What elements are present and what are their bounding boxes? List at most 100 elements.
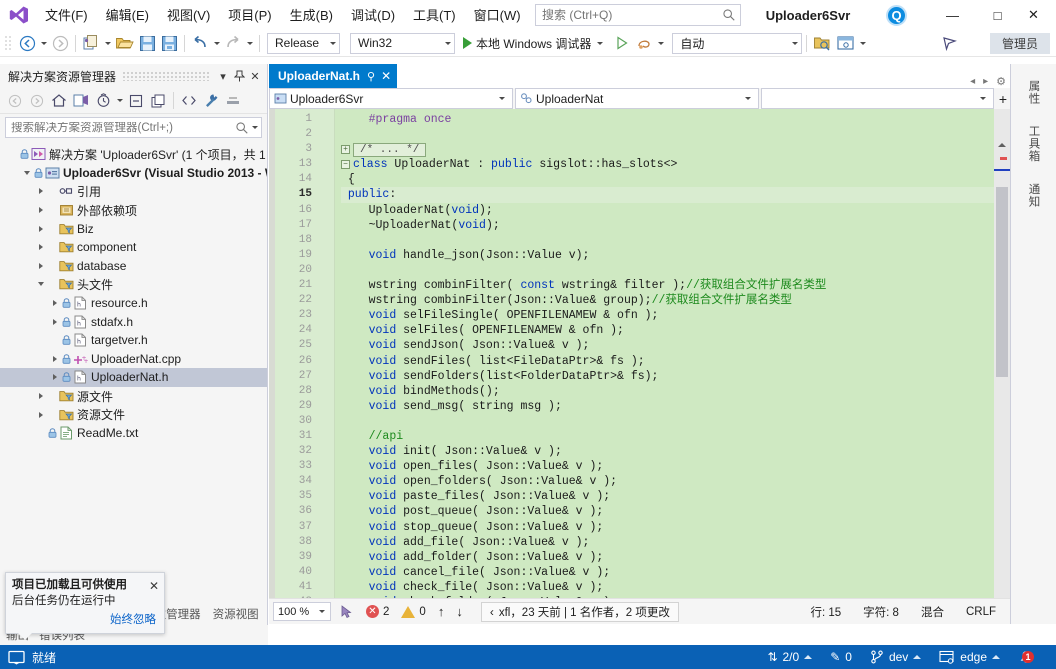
pending-changes-dropdown[interactable]: [114, 90, 125, 112]
menu-project[interactable]: 项目(P): [219, 3, 280, 28]
code-line[interactable]: void open_files( Json::Value& v );: [341, 459, 1010, 474]
code-line[interactable]: [341, 233, 1010, 248]
menu-debug[interactable]: 调试(D): [342, 3, 404, 28]
error-count[interactable]: ✕ 2: [366, 605, 389, 618]
pending-changes-status[interactable]: ✎ 0: [830, 650, 852, 664]
insert-mode[interactable]: 混合: [921, 604, 944, 620]
code-line[interactable]: void paste_files( Json::Value& v );: [341, 489, 1010, 504]
warning-count[interactable]: 0: [401, 606, 425, 618]
collapse-fold-icon[interactable]: −: [341, 160, 350, 169]
code-line[interactable]: void post_queue( Json::Value& v );: [341, 504, 1010, 519]
tree-node[interactable]: Uploader6Svr (Visual Studio 2013 - Wi: [0, 164, 267, 183]
code-line[interactable]: #pragma once: [341, 112, 1010, 127]
code-line[interactable]: [341, 127, 1010, 142]
back-icon[interactable]: [4, 90, 26, 112]
new-project-icon[interactable]: [80, 32, 102, 54]
open-file-icon[interactable]: [113, 32, 136, 54]
code-view-icon[interactable]: [178, 90, 200, 112]
start-debugging-button[interactable]: 本地 Windows 调试器: [459, 32, 607, 54]
chevron-down-icon[interactable]: [20, 171, 33, 175]
editor-scroll-right-icon[interactable]: ▸: [983, 76, 988, 87]
previous-issue-button[interactable]: ↑: [438, 604, 445, 619]
tree-node[interactable]: hresource.h: [0, 294, 267, 313]
glyph-margin[interactable]: [319, 109, 335, 598]
close-icon[interactable]: ✕: [381, 69, 391, 83]
editor-vertical-scrollbar[interactable]: [994, 109, 1010, 598]
code-line[interactable]: {: [341, 172, 1010, 187]
git-branch-status[interactable]: dev: [870, 650, 921, 664]
code-line[interactable]: void send_msg( string msg );: [341, 399, 1010, 414]
tree-node[interactable]: 解决方案 'Uploader6Svr' (1 个项目，共 1 个): [0, 145, 267, 164]
code-line[interactable]: void bindMethods();: [341, 384, 1010, 399]
tree-node[interactable]: component: [0, 238, 267, 257]
feedback-icon[interactable]: [938, 32, 960, 54]
right-tool-window-tabs[interactable]: 属性工具箱通知: [1010, 64, 1056, 624]
editor-tab-uploadernat-h[interactable]: UploaderNat.h ⚲ ✕: [269, 64, 397, 88]
right-tool-tab[interactable]: 属性: [1024, 72, 1044, 113]
code-line[interactable]: wstring combinFilter(Json::Value& group)…: [341, 293, 1010, 308]
code-line[interactable]: void add_file( Json::Value& v );: [341, 535, 1010, 550]
toolbar-grip[interactable]: [4, 34, 14, 52]
code-line[interactable]: void open_folders( Json::Value& v );: [341, 474, 1010, 489]
solution-explorer-search[interactable]: [5, 117, 262, 138]
chevron-down-icon[interactable]: ▾: [215, 67, 231, 85]
navigate-back-icon[interactable]: [16, 32, 38, 54]
save-all-icon[interactable]: [158, 32, 180, 54]
tree-node[interactable]: htargetver.h: [0, 331, 267, 350]
close-button[interactable]: ✕: [1011, 0, 1056, 30]
tree-node[interactable]: 引用: [0, 182, 267, 201]
undo-dropdown[interactable]: [211, 32, 222, 54]
hot-reload-dropdown[interactable]: [655, 32, 666, 54]
redo-icon[interactable]: [222, 32, 244, 54]
redo-dropdown[interactable]: [244, 32, 255, 54]
solution-tree[interactable]: 解决方案 'Uploader6Svr' (1 个项目，共 1 个)Uploade…: [0, 141, 267, 604]
tree-node[interactable]: hstdafx.h: [0, 312, 267, 331]
code-editor[interactable]: 1231314151617181920212223242526272829303…: [269, 109, 1010, 598]
right-tool-tab[interactable]: 工具箱: [1024, 117, 1044, 171]
tree-node[interactable]: hUploaderNat.h: [0, 368, 267, 387]
menu-file[interactable]: 文件(F): [36, 3, 97, 28]
line-ending[interactable]: CRLF: [966, 606, 996, 618]
preview-icon[interactable]: [222, 90, 244, 112]
chevron-right-icon[interactable]: [34, 244, 47, 250]
notification-link[interactable]: 始终忽略: [110, 611, 156, 627]
git-sync-status[interactable]: ⇅ 2/0: [767, 650, 812, 664]
continue-icon[interactable]: [611, 32, 633, 54]
forward-icon[interactable]: [26, 90, 48, 112]
repository-status[interactable]: edge: [939, 650, 1000, 664]
code-line[interactable]: void selFileSingle( OPENFILENAMEW & ofn …: [341, 308, 1010, 323]
menu-build[interactable]: 生成(B): [281, 3, 342, 28]
code-line[interactable]: void init( Json::Value& v );: [341, 444, 1010, 459]
plus-icon[interactable]: +: [996, 88, 1010, 109]
solution-panel-tab[interactable]: 资源视图: [207, 604, 265, 625]
panel-drag-handle[interactable]: [122, 71, 209, 81]
code-line[interactable]: //api: [341, 429, 1010, 444]
find-in-files-icon[interactable]: [811, 32, 834, 54]
tree-node[interactable]: 源文件: [0, 387, 267, 406]
chevron-right-icon[interactable]: [34, 188, 47, 194]
navbar-member-combo[interactable]: UploaderNat: [515, 88, 759, 109]
code-line[interactable]: public:: [341, 187, 1010, 202]
chevron-down-icon[interactable]: [34, 282, 47, 286]
search-input[interactable]: [542, 8, 722, 22]
select-tool-icon[interactable]: [339, 604, 354, 619]
scroll-up-icon[interactable]: [998, 143, 1006, 147]
code-line[interactable]: void stop_queue( Json::Value& v );: [341, 520, 1010, 535]
code-line[interactable]: void sendJson( Json::Value& v );: [341, 338, 1010, 353]
code-line[interactable]: void sendFiles( list<FileDataPtr>& fs );: [341, 354, 1010, 369]
sync-with-active-document-icon[interactable]: [70, 90, 92, 112]
codelens-git-info[interactable]: ‹ xfl，23 天前 | 1 名作者，2 项更改: [481, 602, 679, 622]
tree-node[interactable]: Biz: [0, 219, 267, 238]
undo-icon[interactable]: [189, 32, 211, 54]
close-icon[interactable]: ✕: [247, 67, 263, 85]
hot-reload-icon[interactable]: [633, 32, 655, 54]
chevron-right-icon[interactable]: [34, 207, 47, 213]
expand-fold-icon[interactable]: +: [341, 145, 350, 154]
code-text[interactable]: #pragma once+/* ... */−class UploaderNat…: [335, 109, 1010, 598]
tree-node[interactable]: database: [0, 257, 267, 276]
code-line[interactable]: void handle_json(Json::Value v);: [341, 248, 1010, 263]
code-line[interactable]: void sendFolders(list<FolderDataPtr>& fs…: [341, 369, 1010, 384]
new-project-dropdown[interactable]: [102, 32, 113, 54]
configuration-combo[interactable]: Release: [267, 33, 340, 54]
code-line[interactable]: +/* ... */: [341, 142, 1010, 157]
